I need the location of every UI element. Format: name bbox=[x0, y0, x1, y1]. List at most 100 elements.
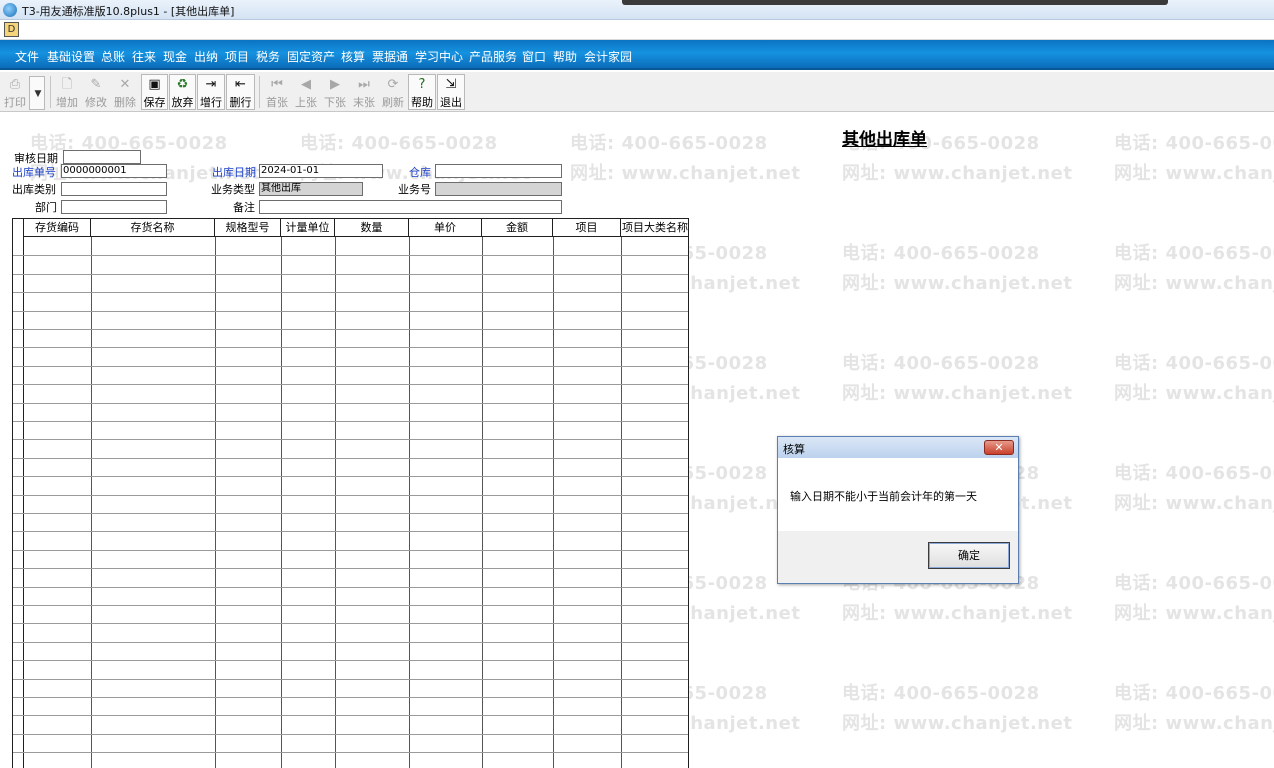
watermark-site: 网址: www.chanjet.net bbox=[842, 603, 1073, 624]
grid-row-line bbox=[13, 495, 688, 496]
grid-row-line bbox=[13, 715, 688, 716]
remark-label: 备注 bbox=[233, 201, 255, 214]
last-record-button[interactable]: ⏭ 末张 bbox=[350, 74, 378, 110]
watermark-site: 网址: www.chanjet.net bbox=[842, 163, 1073, 184]
menu-cash[interactable]: 现金 bbox=[163, 48, 187, 65]
add-button[interactable]: 🗋 增加 bbox=[54, 74, 80, 110]
accounting-alert-dialog: 核算 ✕ 输入日期不能小于当前会计年的第一天 确定 bbox=[777, 436, 1019, 584]
menu-bills[interactable]: 票据通 bbox=[372, 48, 408, 65]
menu-cashier[interactable]: 出纳 bbox=[194, 48, 218, 65]
dept-label: 部门 bbox=[35, 201, 57, 214]
grid-row-line bbox=[13, 366, 688, 367]
out-type-field[interactable] bbox=[61, 182, 167, 196]
biz-no-field[interactable] bbox=[435, 182, 562, 196]
print-button[interactable]: ⎙ 打印 bbox=[2, 74, 28, 110]
watermark-site: 网址: www.chanjet.net bbox=[1114, 713, 1274, 734]
new-document-icon: 🗋 bbox=[61, 77, 73, 92]
ok-button[interactable]: 确定 bbox=[928, 542, 1010, 569]
save-button[interactable]: ▣ 保存 bbox=[141, 74, 168, 110]
delete-button[interactable]: ✕ 删除 bbox=[112, 74, 138, 110]
watermark-phone: 电话: 400-665-0028 bbox=[1114, 353, 1274, 374]
menu-help[interactable]: 帮助 bbox=[553, 48, 577, 65]
dept-field[interactable] bbox=[61, 200, 167, 214]
grid-column-line bbox=[91, 237, 92, 768]
menu-bar: 文件 基础设置 总账 往来 现金 出纳 项目 税务 固定资产 核算 票据通 学习… bbox=[0, 40, 1274, 70]
refresh-button[interactable]: ⟳ 刷新 bbox=[379, 74, 407, 110]
menu-file[interactable]: 文件 bbox=[15, 48, 39, 65]
col-header-item-code[interactable]: 存货编码 bbox=[24, 219, 91, 237]
biz-type-field[interactable]: 其他出库 bbox=[259, 182, 363, 196]
discard-button[interactable]: ♻ 放弃 bbox=[169, 74, 196, 110]
biz-type-label: 业务类型 bbox=[211, 183, 255, 196]
exit-button[interactable]: ⇲ 退出 bbox=[437, 74, 465, 110]
watermark-site: 网址: www.chanjet.net bbox=[1114, 603, 1274, 624]
watermark-phone: 电话: 400-665-0028 bbox=[1114, 573, 1274, 594]
grid-row-line bbox=[13, 752, 688, 753]
toolbar: ⎙ 打印 ▼ 🗋 增加 ✎ 修改 ✕ 删除 ▣ 保存 ♻ 放弃 ⇥ 增行 ⇤ 删… bbox=[0, 72, 1274, 112]
grid-row-line bbox=[13, 642, 688, 643]
col-header-quantity[interactable]: 数量 bbox=[335, 219, 409, 237]
watermark-site: 网址: www.chanjet.net bbox=[842, 383, 1073, 404]
menu-products[interactable]: 产品服务 bbox=[469, 48, 517, 65]
menu-accountant-home[interactable]: 会计家园 bbox=[584, 48, 632, 65]
watermark-phone: 电话: 400-665-0028 bbox=[1114, 683, 1274, 704]
grid-row-line bbox=[13, 329, 688, 330]
watermark-site: 网址: www.chanjet.net bbox=[842, 273, 1073, 294]
menu-basic-settings[interactable]: 基础设置 bbox=[47, 48, 95, 65]
help-icon: ? bbox=[418, 77, 426, 92]
col-header-item-name[interactable]: 存货名称 bbox=[91, 219, 215, 237]
col-header-unit-price[interactable]: 单价 bbox=[409, 219, 482, 237]
dialog-message: 输入日期不能小于当前会计年的第一天 bbox=[790, 490, 977, 503]
menu-receivables[interactable]: 往来 bbox=[132, 48, 156, 65]
grid-row-line bbox=[13, 550, 688, 551]
remark-field[interactable] bbox=[259, 200, 562, 214]
delete-x-icon: ✕ bbox=[119, 77, 131, 92]
prev-record-button[interactable]: ◀ 上张 bbox=[292, 74, 320, 110]
delete-row-icon: ⇤ bbox=[235, 77, 246, 92]
out-date-field[interactable]: 2024-01-01 bbox=[259, 164, 383, 178]
menu-fixed-assets[interactable]: 固定资产 bbox=[287, 48, 335, 65]
col-header-unit[interactable]: 计量单位 bbox=[281, 219, 335, 237]
menu-learning-center[interactable]: 学习中心 bbox=[415, 48, 463, 65]
menu-window[interactable]: 窗口 bbox=[522, 48, 546, 65]
dialog-titlebar: 核算 ✕ bbox=[778, 437, 1018, 458]
watermark-site: 网址: www.chanjet.net bbox=[1114, 493, 1274, 514]
grid-row-line bbox=[13, 274, 688, 275]
document-icon[interactable]: D bbox=[4, 22, 19, 37]
print-dropdown-button[interactable]: ▼ bbox=[29, 76, 45, 110]
grid-row-line bbox=[13, 605, 688, 606]
grid-row-line bbox=[13, 384, 688, 385]
first-record-button[interactable]: ⏮ 首张 bbox=[263, 74, 291, 110]
out-no-field[interactable]: 0000000001 bbox=[61, 164, 167, 178]
items-grid[interactable]: 存货编码 存货名称 规格型号 计量单位 数量 单价 金额 项目 项目大类名称 bbox=[12, 218, 689, 768]
menu-tax[interactable]: 税务 bbox=[256, 48, 280, 65]
grid-row-line bbox=[13, 292, 688, 293]
warehouse-field[interactable] bbox=[435, 164, 562, 178]
menu-project[interactable]: 项目 bbox=[225, 48, 249, 65]
watermark-phone: 电话: 400-665-0028 bbox=[1114, 243, 1274, 264]
col-header-amount[interactable]: 金额 bbox=[482, 219, 553, 237]
watermark-phone: 电话: 400-665-0028 bbox=[1114, 463, 1274, 484]
toolbar-separator bbox=[50, 76, 51, 108]
delete-row-button[interactable]: ⇤ 删行 bbox=[226, 74, 255, 110]
grid-column-line bbox=[409, 237, 410, 768]
menu-accounting[interactable]: 核算 bbox=[341, 48, 365, 65]
grid-row-line bbox=[13, 421, 688, 422]
discard-icon: ♻ bbox=[176, 77, 189, 92]
watermark-site: 网址: www.chanjet.net bbox=[570, 163, 801, 184]
col-header-project[interactable]: 项目 bbox=[553, 219, 621, 237]
next-record-button[interactable]: ▶ 下张 bbox=[321, 74, 349, 110]
grid-row-line bbox=[13, 476, 688, 477]
insert-row-button[interactable]: ⇥ 增行 bbox=[197, 74, 225, 110]
watermark-site: 网址: www.chanjet.net bbox=[1114, 273, 1274, 294]
col-header-project-category[interactable]: 项目大类名称 bbox=[621, 219, 688, 237]
grid-row-line bbox=[13, 660, 688, 661]
help-button[interactable]: ? 帮助 bbox=[408, 74, 436, 110]
menu-general-ledger[interactable]: 总账 bbox=[101, 48, 125, 65]
edit-button[interactable]: ✎ 修改 bbox=[83, 74, 109, 110]
close-icon[interactable]: ✕ bbox=[984, 440, 1014, 455]
watermark-site: 网址: www.chanjet.net bbox=[1114, 383, 1274, 404]
col-header-spec[interactable]: 规格型号 bbox=[215, 219, 281, 237]
grid-column-line bbox=[335, 237, 336, 768]
audit-date-field[interactable] bbox=[63, 150, 141, 164]
